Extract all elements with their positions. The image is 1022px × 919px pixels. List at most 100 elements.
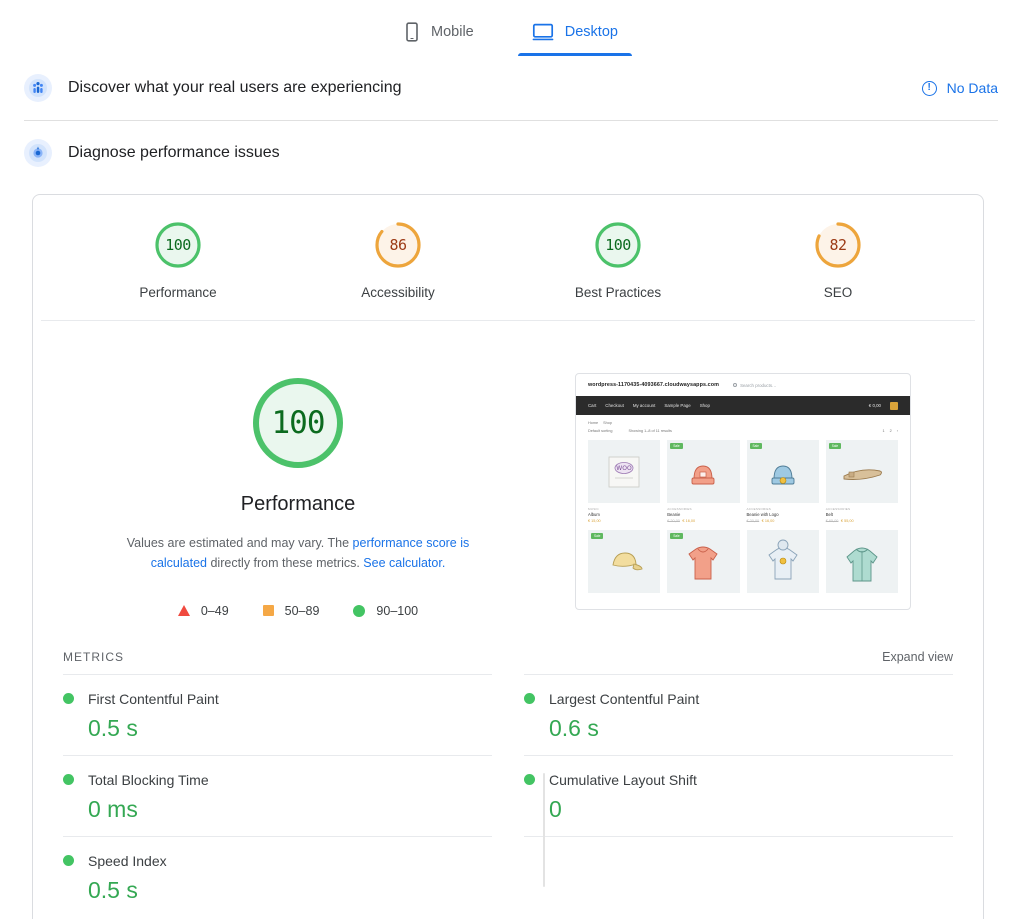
thumb-product-cat: ACCESSORIES (746, 506, 772, 511)
search-icon (733, 383, 738, 387)
thumb-product (825, 529, 898, 593)
thumb-product-price: € 20,00 € 16,00 (667, 519, 739, 523)
thumb-product (746, 529, 819, 593)
thumb-product-image (825, 529, 898, 593)
thumb-product-name: Belt (825, 512, 833, 517)
status-dot-pass-icon (63, 693, 74, 704)
thumb-product: WOO MUSIC Album € 15,00 (588, 440, 661, 523)
thumb-nav-item-checkout: Checkout (605, 403, 624, 408)
legend-label-average: 50–89 (284, 603, 320, 618)
gauge-value-seo: 82 (829, 236, 847, 254)
thumb-product-image: Sale (588, 529, 661, 593)
final-screenshot-thumbnail[interactable]: wordpress-1170435-4093667.cloudwaysapps.… (575, 373, 911, 610)
thumb-product-cat: MUSIC (588, 506, 599, 511)
thumb-results-count: Showing 1–8 of 11 results (628, 429, 672, 433)
metrics-header: METRICS Expand view (33, 628, 983, 674)
thumb-page-1: 1 (882, 429, 885, 433)
thumb-product-cat: ACCESSORIES (825, 506, 851, 511)
performance-disclaimer: Values are estimated and may vary. The p… (98, 533, 498, 574)
metric-label: Total Blocking Time (88, 771, 209, 788)
thumb-product-name: Album (588, 512, 600, 517)
tab-desktop[interactable]: Desktop (517, 22, 633, 56)
metric-header: Speed Index (63, 853, 492, 869)
gauge-ring-best-practices: 100 (592, 219, 644, 271)
performance-score-label: Performance (240, 493, 356, 515)
metric-header: Largest Contentful Paint (524, 691, 953, 707)
gauge-value-performance: 100 (165, 236, 191, 254)
metric-value: 0.6 s (549, 714, 599, 741)
thumb-product-price: € 65,00 € 55,00 (826, 519, 898, 523)
sale-badge: Sale (749, 443, 762, 450)
legend-label-pass: 90–100 (376, 603, 419, 618)
thumb-product-image: Sale (746, 440, 819, 503)
thumb-url-bar: wordpress-1170435-4093667.cloudwaysapps.… (576, 374, 910, 396)
thumb-product-image: Sale (825, 440, 898, 503)
thumb-product-image (746, 529, 819, 593)
thumb-nav-item-sample-page: Sample Page (664, 403, 691, 408)
legend-item-pass: 90–100 (353, 604, 418, 618)
metric-total-blocking-time[interactable]: Total Blocking Time 0 ms (63, 754, 492, 836)
thumb-product: Sale ACCESSORIES Belt € 65,00 € 55,00 (825, 440, 898, 523)
score-gauge-performance[interactable]: 100 Performance (91, 219, 265, 300)
thumb-product-name: Beanie with Logo (746, 512, 779, 517)
thumb-product-image: Sale (667, 529, 740, 593)
thumb-product: Sale ACCESSORIES Beanie with Logo € 20,0… (746, 440, 819, 523)
score-gauge-best-practices[interactable]: 100 Best Practices (531, 219, 705, 300)
mobile-icon (404, 22, 420, 42)
scroll-divider (543, 773, 545, 887)
thumb-cart-total: € 0,00 (868, 403, 881, 408)
lighthouse-icon (24, 139, 52, 167)
metric-cumulative-layout-shift[interactable]: Cumulative Layout Shift 0 (524, 754, 953, 836)
status-dot-pass-icon (63, 855, 74, 866)
thumb-sort-row: Default sorting Showing 1–8 of 11 result… (576, 425, 910, 433)
metrics-title: METRICS (63, 649, 124, 664)
gauge-ring-seo: 82 (812, 219, 864, 271)
thumb-product-new-price: € 16,00 (761, 518, 775, 523)
score-gauge-seo[interactable]: 82 SEO (751, 219, 925, 300)
performance-score-value: 100 (271, 405, 326, 441)
metric-label: First Contentful Paint (88, 690, 219, 707)
metric-label: Cumulative Layout Shift (549, 771, 697, 788)
metric-header: First Contentful Paint (63, 691, 492, 707)
thumb-page-2: 2 (889, 429, 892, 433)
metric-header: Cumulative Layout Shift (524, 772, 953, 788)
form-factor-tabs: Mobile Desktop (0, 0, 1022, 56)
metric-placeholder (524, 835, 953, 917)
info-icon: ! (921, 80, 937, 96)
legend-label-fail: 0–49 (200, 603, 229, 618)
see-calculator-link[interactable]: See calculator. (363, 556, 445, 570)
score-gauge-accessibility[interactable]: 86 Accessibility (311, 219, 485, 300)
tab-mobile[interactable]: Mobile (390, 22, 488, 56)
final-screenshot-column: wordpress-1170435-4093667.cloudwaysapps.… (533, 373, 953, 618)
metric-speed-index[interactable]: Speed Index 0.5 s (63, 835, 492, 917)
thumb-nav-item-cart: Cart (588, 403, 597, 408)
thumb-search-placeholder: Search products… (740, 382, 777, 388)
status-dot-pass-icon (63, 774, 74, 785)
square-icon (262, 605, 274, 616)
triangle-icon (177, 605, 190, 616)
circle-icon (353, 604, 366, 617)
thumb-page-next: › (896, 429, 898, 433)
thumb-search-box: Search products… (733, 383, 776, 388)
metric-value: 0 ms (88, 795, 138, 822)
metric-first-contentful-paint[interactable]: First Contentful Paint 0.5 s (63, 673, 492, 755)
performance-summary: 100 Performance Values are estimated and… (33, 321, 983, 887)
sale-badge: Sale (591, 532, 604, 539)
category-scores: 100 Performance 86 Accessibility 100 Bes… (41, 195, 975, 321)
users-field-data-icon (24, 74, 52, 102)
svg-text:WOO: WOO (616, 465, 632, 472)
tab-desktop-label: Desktop (564, 24, 618, 40)
metric-label: Largest Contentful Paint (549, 690, 700, 707)
gauge-label-seo: SEO (823, 285, 853, 300)
thumb-product-name: Beanie (667, 512, 681, 517)
gauge-label-performance: Performance (139, 285, 217, 300)
gauge-ring-accessibility: 86 (372, 219, 424, 271)
thumb-sort-select: Default sorting (588, 429, 613, 433)
sale-badge: Sale (670, 443, 683, 450)
metric-largest-contentful-paint[interactable]: Largest Contentful Paint 0.6 s (524, 673, 953, 755)
thumb-breadcrumb: Home Shop (576, 415, 910, 425)
expand-view-button[interactable]: Expand view (882, 650, 953, 664)
tab-mobile-label: Mobile (431, 24, 474, 40)
field-data-status[interactable]: ! No Data (921, 80, 998, 96)
thumb-nav-item-my-account: My account (632, 403, 656, 408)
